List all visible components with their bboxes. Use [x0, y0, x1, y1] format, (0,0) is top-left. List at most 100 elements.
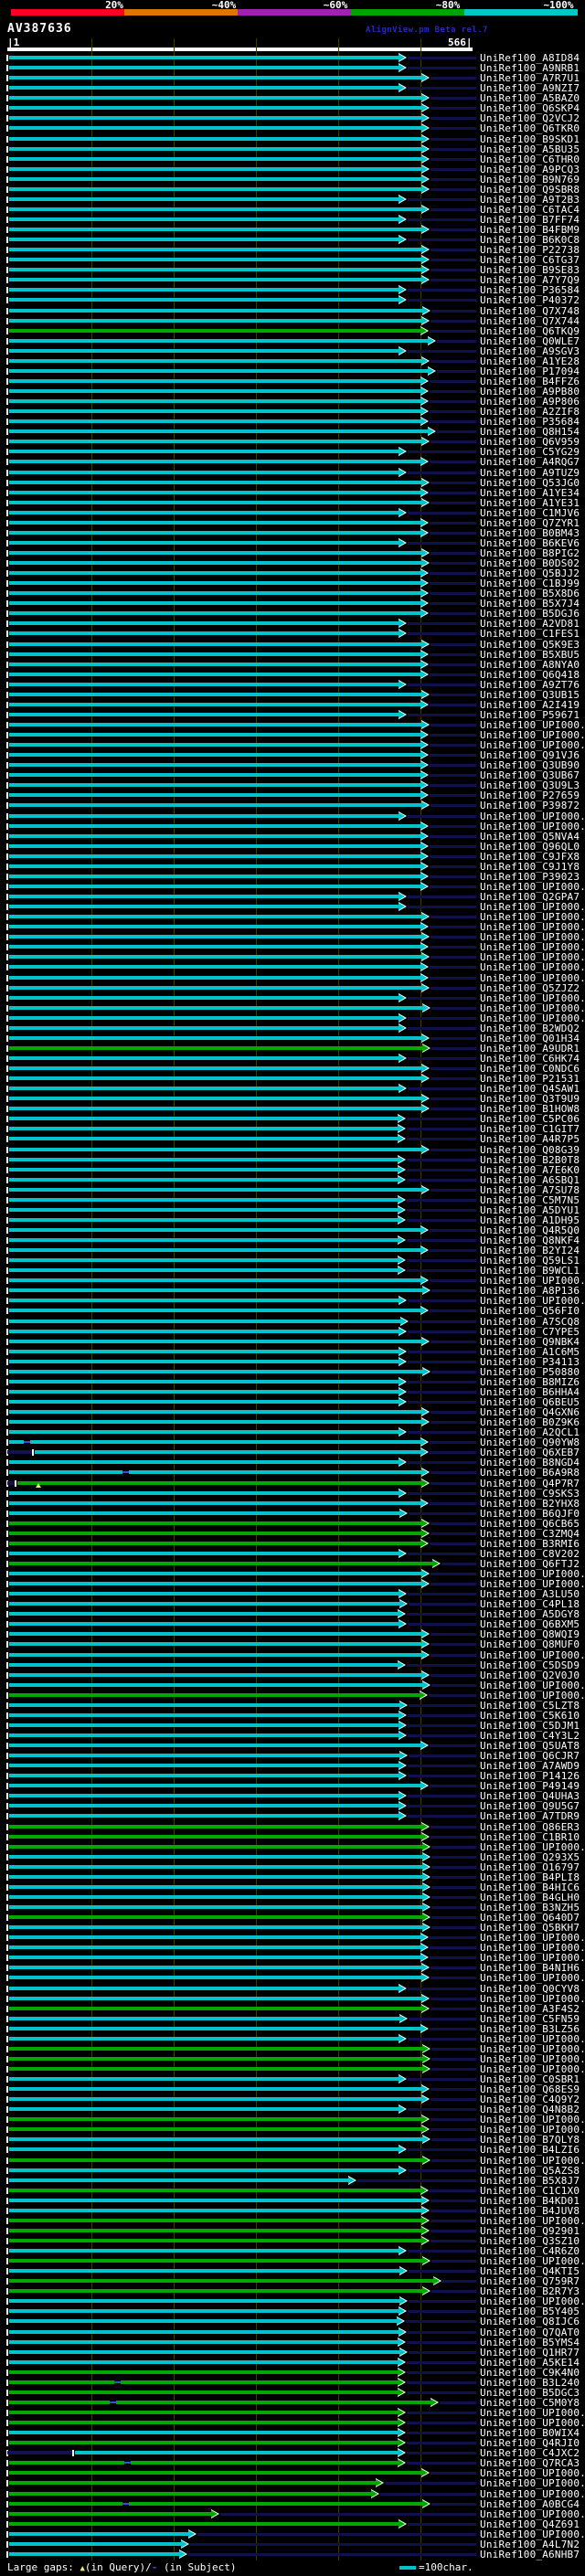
- alignment-bar[interactable]: [9, 1672, 421, 1677]
- alignment-bar[interactable]: [9, 146, 421, 151]
- alignment-bar[interactable]: [9, 1045, 422, 1050]
- alignment-bar[interactable]: [9, 692, 421, 696]
- alignment-bar[interactable]: [9, 429, 428, 434]
- alignment-bar[interactable]: [9, 2491, 371, 2496]
- alignment-bar[interactable]: [9, 419, 420, 424]
- alignment-bar[interactable]: [9, 1511, 399, 1515]
- hit-label[interactable]: UniRef100_Q53JG0: [480, 478, 580, 488]
- alignment-bar[interactable]: [9, 1702, 399, 1707]
- alignment-bar[interactable]: [9, 389, 420, 393]
- alignment-bar[interactable]: [9, 2036, 399, 2041]
- alignment-bar[interactable]: [9, 96, 421, 101]
- hit-label[interactable]: UniRef100_A9TUZ9: [480, 468, 580, 478]
- hit-label[interactable]: UniRef100_C1BR10: [480, 1832, 580, 1842]
- hit-label[interactable]: UniRef100_A8NYA0: [480, 660, 580, 670]
- alignment-bar[interactable]: [9, 652, 420, 656]
- alignment-bar[interactable]: [9, 672, 420, 676]
- alignment-bar[interactable]: [9, 1097, 421, 1101]
- hit-label[interactable]: UniRef100_A0BCG4: [480, 2499, 580, 2509]
- alignment-bar[interactable]: [9, 1015, 399, 1020]
- hit-label[interactable]: UniRef100_UPI000..: [480, 993, 585, 1003]
- alignment-bar[interactable]: [9, 915, 421, 919]
- alignment-bar[interactable]: [9, 1794, 399, 1798]
- alignment-bar[interactable]: [9, 763, 420, 768]
- alignment-bar[interactable]: [9, 601, 420, 606]
- alignment-bar[interactable]: [9, 723, 421, 726]
- alignment-bar[interactable]: [9, 207, 421, 211]
- alignment-bar[interactable]: [9, 1137, 398, 1141]
- hit-label[interactable]: UniRef100_B6QJF0: [480, 1509, 580, 1519]
- alignment-bar[interactable]: [9, 176, 421, 181]
- alignment-bar[interactable]: [9, 1744, 420, 1747]
- alignment-bar[interactable]: [9, 581, 420, 586]
- alignment-bar[interactable]: [9, 2218, 421, 2222]
- alignment-bar[interactable]: [9, 2077, 399, 2081]
- alignment-bar[interactable]: [9, 1824, 421, 1829]
- alignment-bar[interactable]: [9, 1359, 399, 1363]
- alignment-bar[interactable]: [9, 2097, 421, 2102]
- alignment-bar[interactable]: [9, 2066, 422, 2071]
- alignment-bar[interactable]: [9, 2198, 421, 2202]
- hit-label[interactable]: UniRef100_A7TDR9: [480, 1811, 580, 1821]
- alignment-bar[interactable]: [9, 2289, 422, 2294]
- alignment-bar[interactable]: [9, 2006, 421, 2010]
- alignment-bar[interactable]: [9, 2390, 398, 2394]
- alignment-bar[interactable]: [9, 1874, 422, 1879]
- hit-label[interactable]: UniRef100_Q7X744: [480, 316, 580, 326]
- hit-label[interactable]: UniRef100_Q2V0J0: [480, 1670, 580, 1680]
- alignment-bar[interactable]: [9, 985, 421, 990]
- hit-label[interactable]: UniRef100_Q86ER3: [480, 1822, 580, 1832]
- alignment-bar[interactable]: [9, 1622, 399, 1627]
- alignment-bar[interactable]: [9, 2279, 433, 2284]
- alignment-bar[interactable]: [9, 641, 421, 646]
- hit-label[interactable]: UniRef100_P39872: [480, 800, 580, 811]
- alignment-bar[interactable]: [9, 965, 420, 970]
- alignment-bar[interactable]: [9, 106, 421, 111]
- alignment-bar[interactable]: [9, 2339, 398, 2344]
- hit-label[interactable]: UniRef100_Q56FI0: [480, 1306, 580, 1316]
- alignment-bar[interactable]: [9, 1531, 421, 1535]
- alignment-bar[interactable]: [9, 540, 399, 545]
- alignment-bar[interactable]: [9, 1915, 422, 1919]
- alignment-bar[interactable]: [9, 1804, 399, 1808]
- alignment-bar[interactable]: [9, 1642, 421, 1647]
- alignment-bar[interactable]: [9, 702, 420, 706]
- alignment-bar[interactable]: [9, 2208, 421, 2212]
- alignment-bar[interactable]: [9, 773, 420, 778]
- alignment-bar[interactable]: [9, 1177, 398, 1182]
- alignment-bar[interactable]: [9, 298, 399, 302]
- alignment-bar[interactable]: [9, 1410, 421, 1414]
- alignment-bar[interactable]: [9, 662, 420, 666]
- alignment-bar[interactable]: [9, 288, 399, 292]
- alignment-bar[interactable]: [9, 2157, 422, 2162]
- hit-label[interactable]: UniRef100_B2B0T8: [480, 1155, 580, 1165]
- alignment-bar[interactable]: [9, 2016, 399, 2020]
- alignment-bar[interactable]: [9, 2359, 398, 2364]
- alignment-bar[interactable]: [9, 2411, 398, 2414]
- alignment-bar[interactable]: [9, 1612, 398, 1617]
- alignment-bar[interactable]: [9, 520, 420, 525]
- hit-label[interactable]: UniRef100_A7SCQ8: [480, 1317, 580, 1327]
- alignment-bar[interactable]: [9, 2117, 421, 2122]
- alignment-bar[interactable]: [9, 228, 421, 231]
- alignment-bar[interactable]: [9, 2147, 399, 2152]
- alignment-bar[interactable]: [9, 803, 421, 808]
- hit-label[interactable]: UniRef100_C1FES1: [480, 629, 580, 639]
- hit-label[interactable]: UniRef100_Q5ZJZ2: [480, 983, 580, 993]
- alignment-bar[interactable]: [9, 823, 420, 828]
- alignment-bar[interactable]: [9, 1632, 421, 1637]
- alignment-bar[interactable]: [9, 399, 420, 403]
- alignment-bar[interactable]: [9, 1582, 421, 1586]
- alignment-bar[interactable]: [9, 1854, 422, 1859]
- alignment-bar[interactable]: [9, 884, 420, 888]
- hit-label[interactable]: UniRef100_Q7X748: [480, 306, 580, 316]
- alignment-bar[interactable]: [9, 358, 421, 363]
- alignment-bar[interactable]: [9, 591, 420, 596]
- alignment-bar[interactable]: [9, 682, 399, 686]
- alignment-bar[interactable]: [9, 1986, 399, 1990]
- alignment-bar[interactable]: [9, 1774, 399, 1778]
- alignment-bar[interactable]: [9, 1662, 398, 1667]
- alignment-bar[interactable]: [9, 1764, 399, 1768]
- alignment-bar[interactable]: [9, 2026, 420, 2030]
- alignment-bar[interactable]: [9, 258, 421, 262]
